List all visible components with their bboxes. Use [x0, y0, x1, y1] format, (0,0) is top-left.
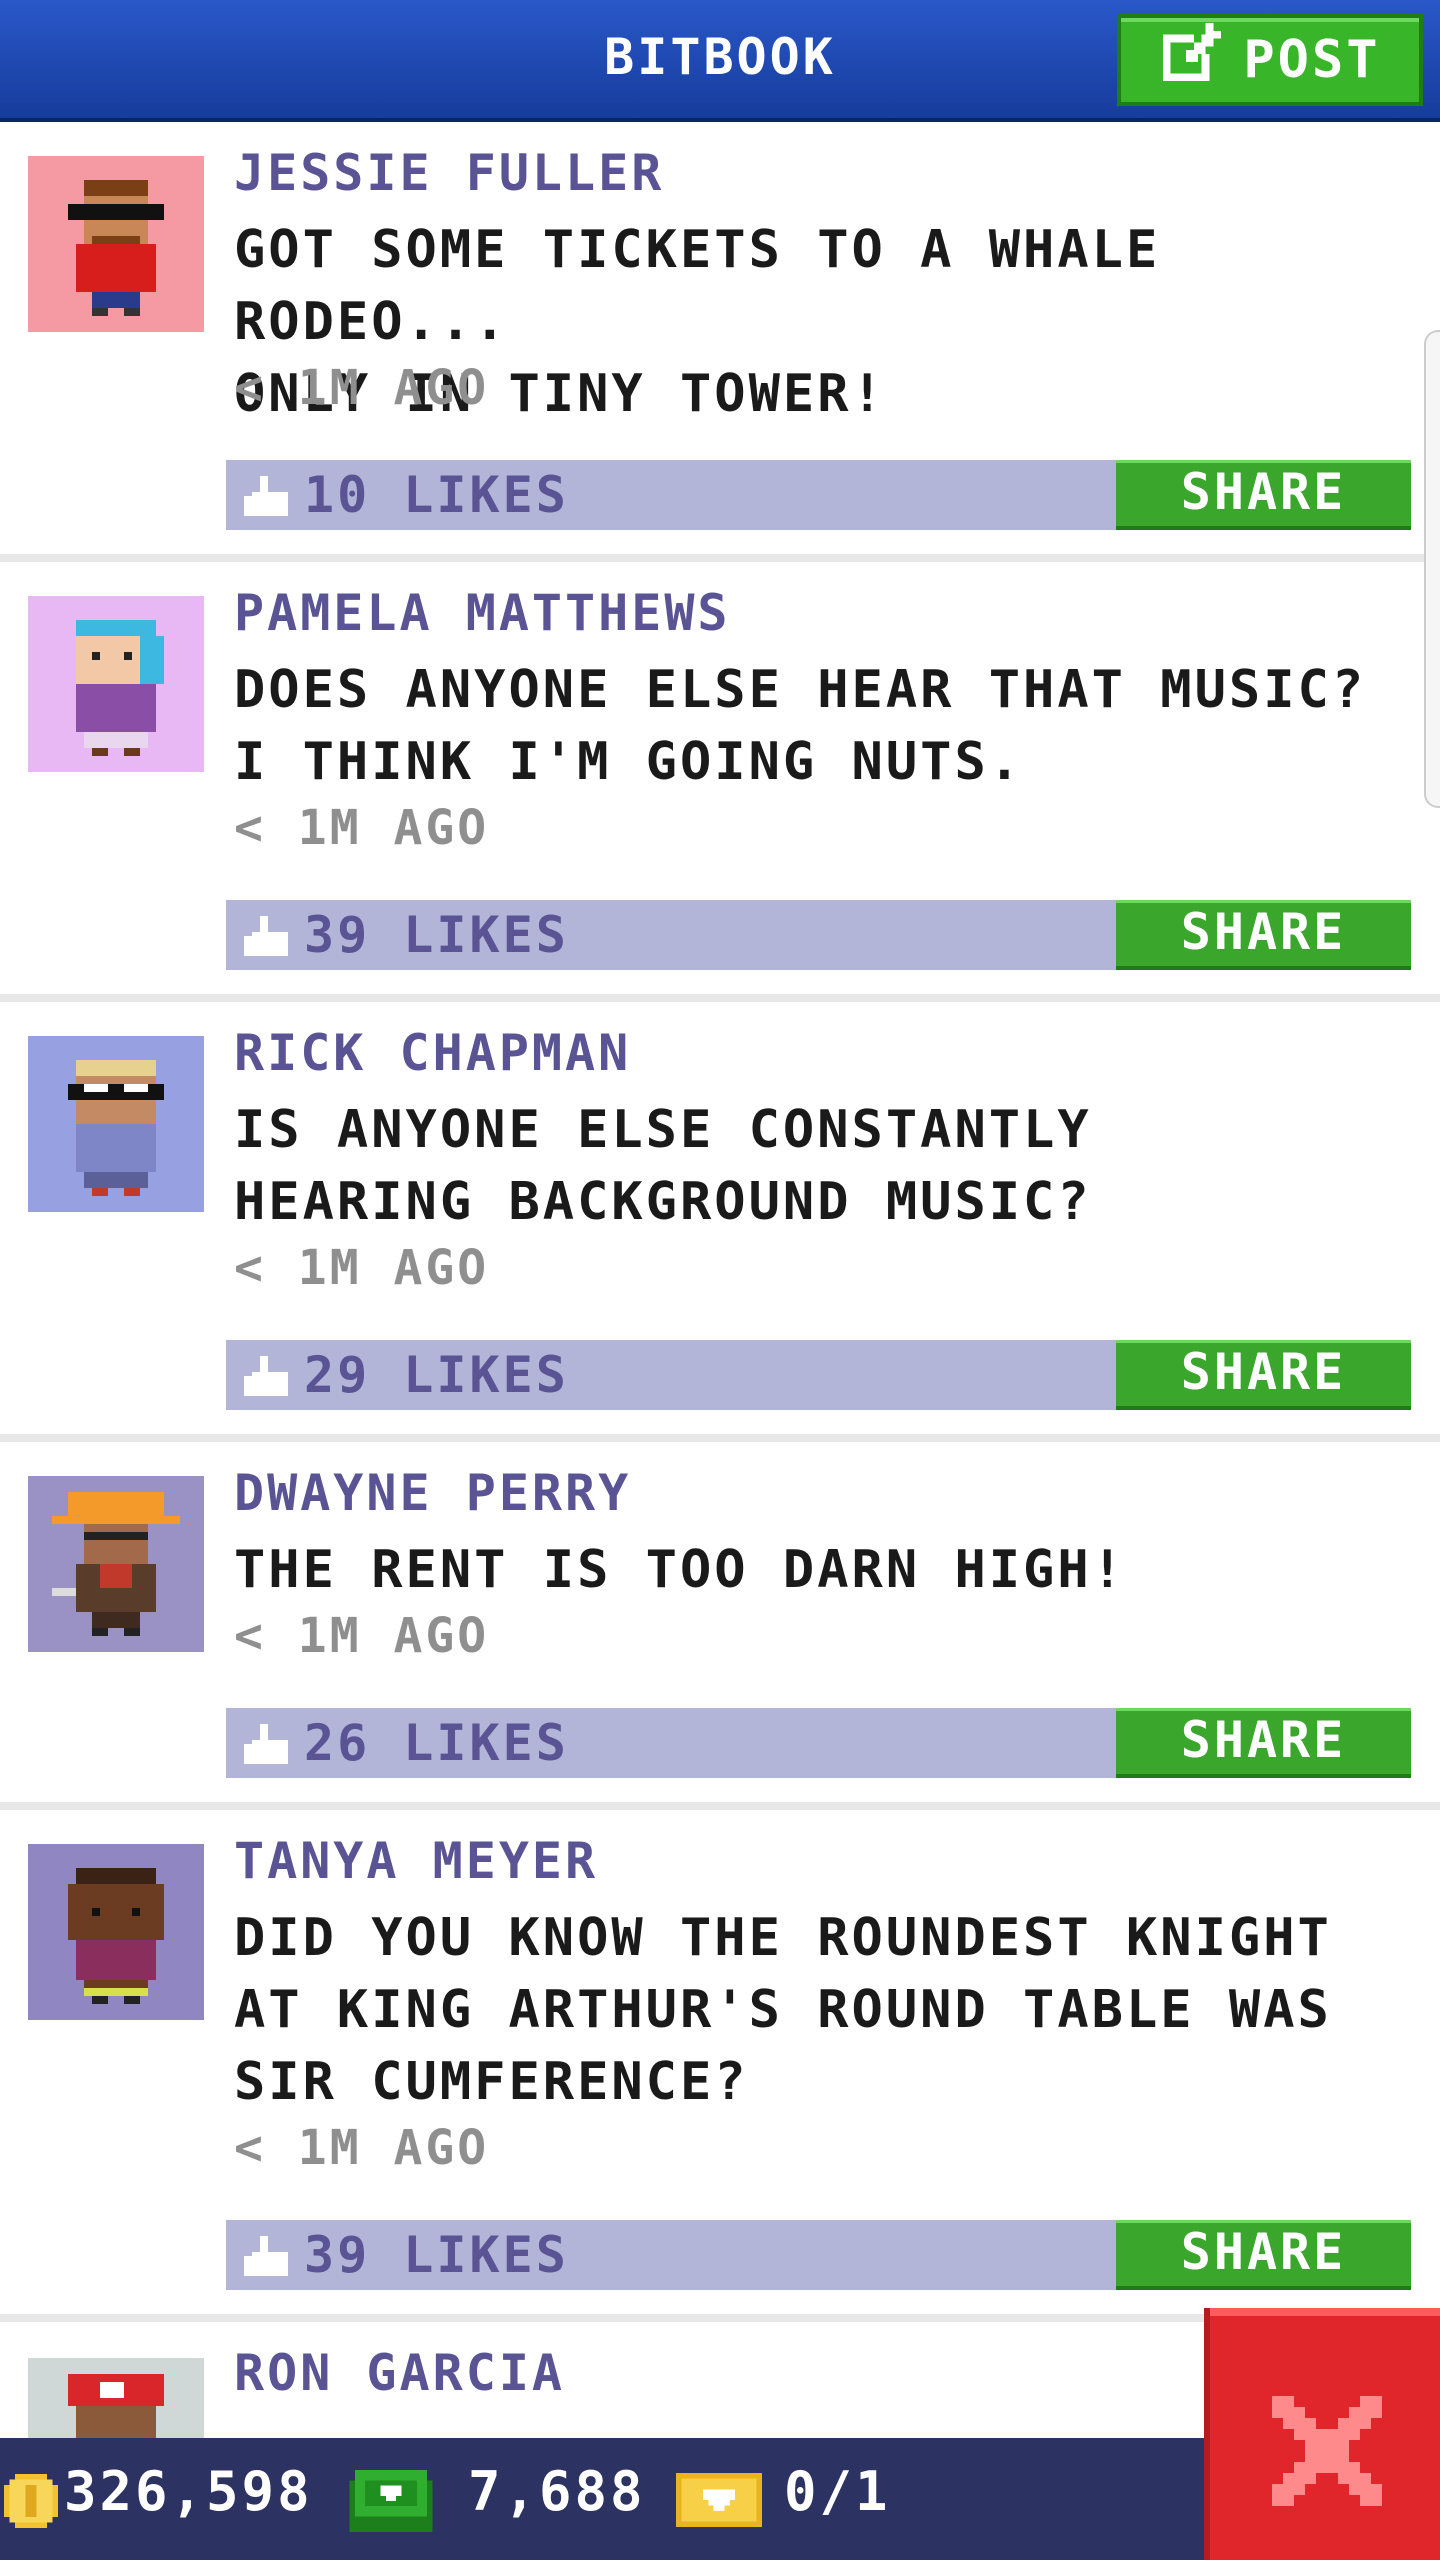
post-time: < 1M AGO [234, 1608, 490, 1664]
post-message: DOES ANYONE ELSE HEAR THAT MUSIC? I THIN… [234, 660, 1367, 792]
avatar [28, 1476, 204, 1652]
like-bar: 39 LIKES SHARE [226, 2220, 1411, 2290]
like-count: 29 LIKES [304, 1346, 569, 1404]
post-message: THE RENT IS TOO DARN HIGH! [234, 1540, 1126, 1600]
feed-post: RICK CHAPMAN IS ANYONE ELSE CONSTANTLY H… [0, 1002, 1440, 1442]
thumbs-up-icon[interactable] [244, 1724, 292, 1772]
scrollbar[interactable] [1424, 330, 1440, 808]
post-button[interactable]: POST [1117, 14, 1423, 106]
coin-count: 326,598 [64, 2460, 313, 2523]
feed-post: DWAYNE PERRY THE RENT IS TOO DARN HIGH! … [0, 1442, 1440, 1810]
thumbs-up-icon[interactable] [244, 2236, 292, 2284]
edit-icon [1159, 22, 1222, 98]
bux-count: 7,688 [468, 2460, 646, 2523]
post-time: < 1M AGO [234, 2120, 490, 2176]
poster-name[interactable]: JESSIE FULLER [234, 144, 664, 202]
close-button[interactable] [1204, 2308, 1440, 2560]
share-button[interactable]: SHARE [1116, 1340, 1411, 1410]
coin-icon [4, 2474, 58, 2528]
avatar [28, 1036, 204, 1212]
poster-name[interactable]: RICK CHAPMAN [234, 1024, 631, 1082]
avatar [28, 596, 204, 772]
share-button[interactable]: SHARE [1116, 1708, 1411, 1778]
like-count: 10 LIKES [304, 466, 569, 524]
poster-name[interactable]: PAMELA MATTHEWS [234, 584, 731, 642]
avatar [28, 1844, 204, 2020]
feed-post: JESSIE FULLER GOT SOME TICKETS TO A WHAL… [0, 122, 1440, 562]
thumbs-up-icon[interactable] [244, 476, 292, 524]
share-button[interactable]: SHARE [1116, 2220, 1411, 2290]
poster-name[interactable]: TANYA MEYER [234, 1832, 598, 1890]
app-header: BITBOOK POST [0, 0, 1440, 122]
thumbs-up-icon[interactable] [244, 1356, 292, 1404]
like-count: 39 LIKES [304, 2226, 569, 2284]
divider [0, 994, 1440, 1002]
like-bar: 10 LIKES SHARE [226, 460, 1411, 530]
post-message: IS ANYONE ELSE CONSTANTLY HEARING BACKGR… [234, 1100, 1092, 1232]
like-bar: 39 LIKES SHARE [226, 900, 1411, 970]
poster-name[interactable]: RON GARCIA [234, 2344, 565, 2402]
poster-name[interactable]: DWAYNE PERRY [234, 1464, 631, 1522]
like-bar: 26 LIKES SHARE [226, 1708, 1411, 1778]
bux-icon [349, 2470, 433, 2532]
like-bar: 29 LIKES SHARE [226, 1340, 1411, 1410]
like-count: 39 LIKES [304, 906, 569, 964]
feed-post: PAMELA MATTHEWS DOES ANYONE ELSE HEAR TH… [0, 562, 1440, 1002]
divider [0, 1434, 1440, 1442]
thumbs-up-icon[interactable] [244, 916, 292, 964]
post-message: DID YOU KNOW THE ROUNDEST KNIGHT AT KING… [234, 1908, 1332, 2112]
post-time: < 1M AGO [234, 800, 490, 856]
close-icon [1272, 2396, 1382, 2506]
post-button-label: POST [1243, 30, 1381, 90]
post-time: < 1M AGO [234, 360, 490, 416]
like-count: 26 LIKES [304, 1714, 569, 1772]
ticket-count: 0/1 [784, 2460, 891, 2523]
feed-post: TANYA MEYER DID YOU KNOW THE ROUNDEST KN… [0, 1810, 1440, 2322]
avatar [28, 156, 204, 332]
avatar [28, 2358, 204, 2438]
post-time: < 1M AGO [234, 1240, 490, 1296]
divider [0, 1802, 1440, 1810]
divider [0, 554, 1440, 562]
share-button[interactable]: SHARE [1116, 460, 1411, 530]
golden-ticket-icon [676, 2473, 762, 2527]
share-button[interactable]: SHARE [1116, 900, 1411, 970]
